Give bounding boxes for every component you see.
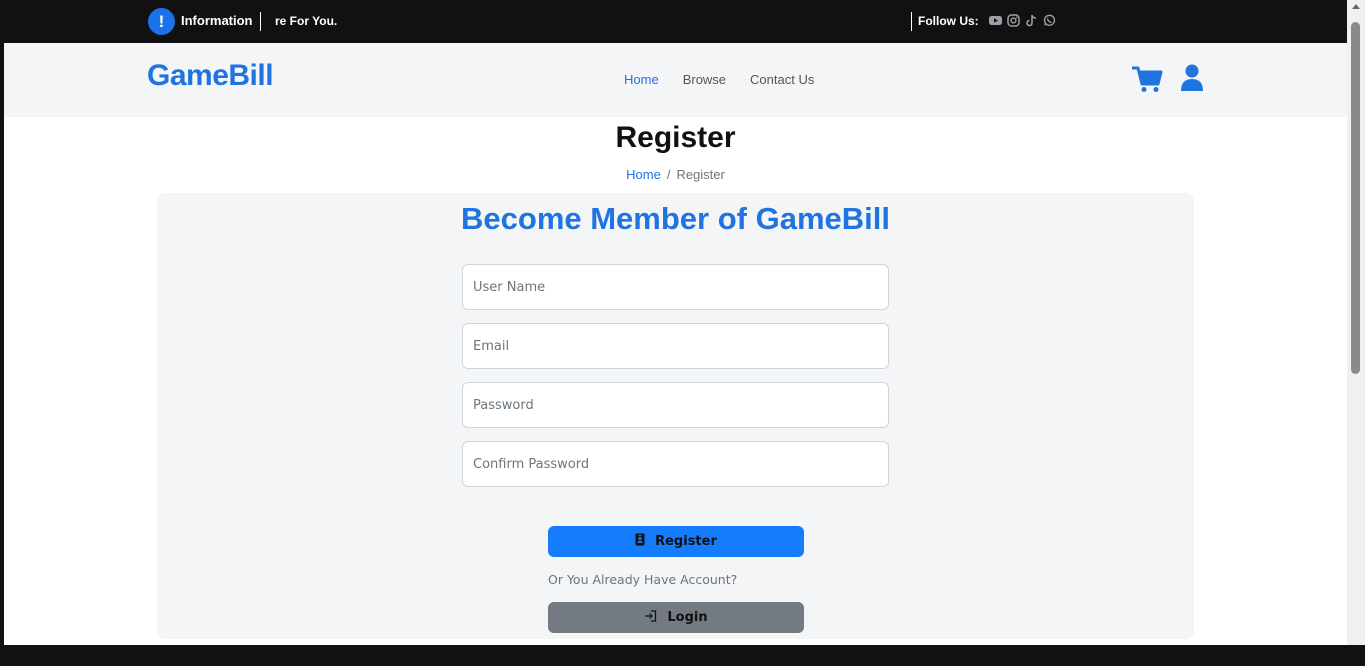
social-links: [989, 14, 1056, 27]
main-navbar: GameBill Home Browse Contact Us: [4, 43, 1347, 117]
follow-us-label: Follow Us:: [918, 14, 979, 28]
breadcrumb-separator: /: [666, 167, 671, 182]
nav-link-browse[interactable]: Browse: [683, 72, 726, 87]
nav-link-contact-us[interactable]: Contact Us: [750, 72, 814, 87]
login-arrow-icon: [644, 609, 657, 626]
window-bottom-edge: [0, 645, 1365, 666]
already-have-account-text: Or You Already Have Account?: [548, 572, 738, 587]
breadcrumb-home-link[interactable]: Home: [626, 167, 661, 182]
register-button[interactable]: Register: [548, 526, 804, 557]
cart-icon[interactable]: [1131, 65, 1163, 98]
divider: [911, 12, 912, 31]
info-bar: ! Information re For You. Follow Us:: [4, 0, 1347, 43]
browser-page: ! Information re For You. Follow Us: Gam…: [4, 0, 1347, 645]
username-field[interactable]: [462, 264, 889, 310]
email-field[interactable]: [462, 323, 889, 369]
register-card: Become Member of GameBill Register Or Yo…: [157, 193, 1194, 639]
id-card-icon: [635, 533, 645, 550]
nav-link-home[interactable]: Home: [624, 72, 659, 87]
brand-logo[interactable]: GameBill: [147, 59, 274, 93]
user-icon[interactable]: [1180, 64, 1204, 97]
info-alert-icon: !: [148, 8, 175, 35]
page-scrollbar[interactable]: [1347, 0, 1365, 645]
info-label: Information: [181, 13, 253, 28]
whatsapp-icon[interactable]: [1043, 14, 1056, 27]
scrollbar-thumb[interactable]: [1351, 22, 1360, 374]
page-title: Register: [615, 121, 736, 154]
scroll-up-icon[interactable]: [1352, 4, 1360, 9]
instagram-icon[interactable]: [1007, 14, 1020, 27]
news-ticker: re For You.: [275, 14, 338, 28]
form-heading: Become Member of GameBill: [461, 201, 890, 236]
nav-links: Home Browse Contact Us: [624, 72, 814, 87]
divider: [260, 12, 261, 31]
register-button-label: Register: [655, 534, 717, 549]
tiktok-icon[interactable]: [1025, 14, 1038, 27]
login-button[interactable]: Login: [548, 602, 804, 633]
confirm-password-field[interactable]: [462, 441, 889, 487]
youtube-icon[interactable]: [989, 14, 1002, 27]
login-button-label: Login: [667, 610, 708, 625]
password-field[interactable]: [462, 382, 889, 428]
breadcrumb-current: Register: [676, 167, 725, 182]
breadcrumb: Home / Register: [4, 167, 1347, 182]
